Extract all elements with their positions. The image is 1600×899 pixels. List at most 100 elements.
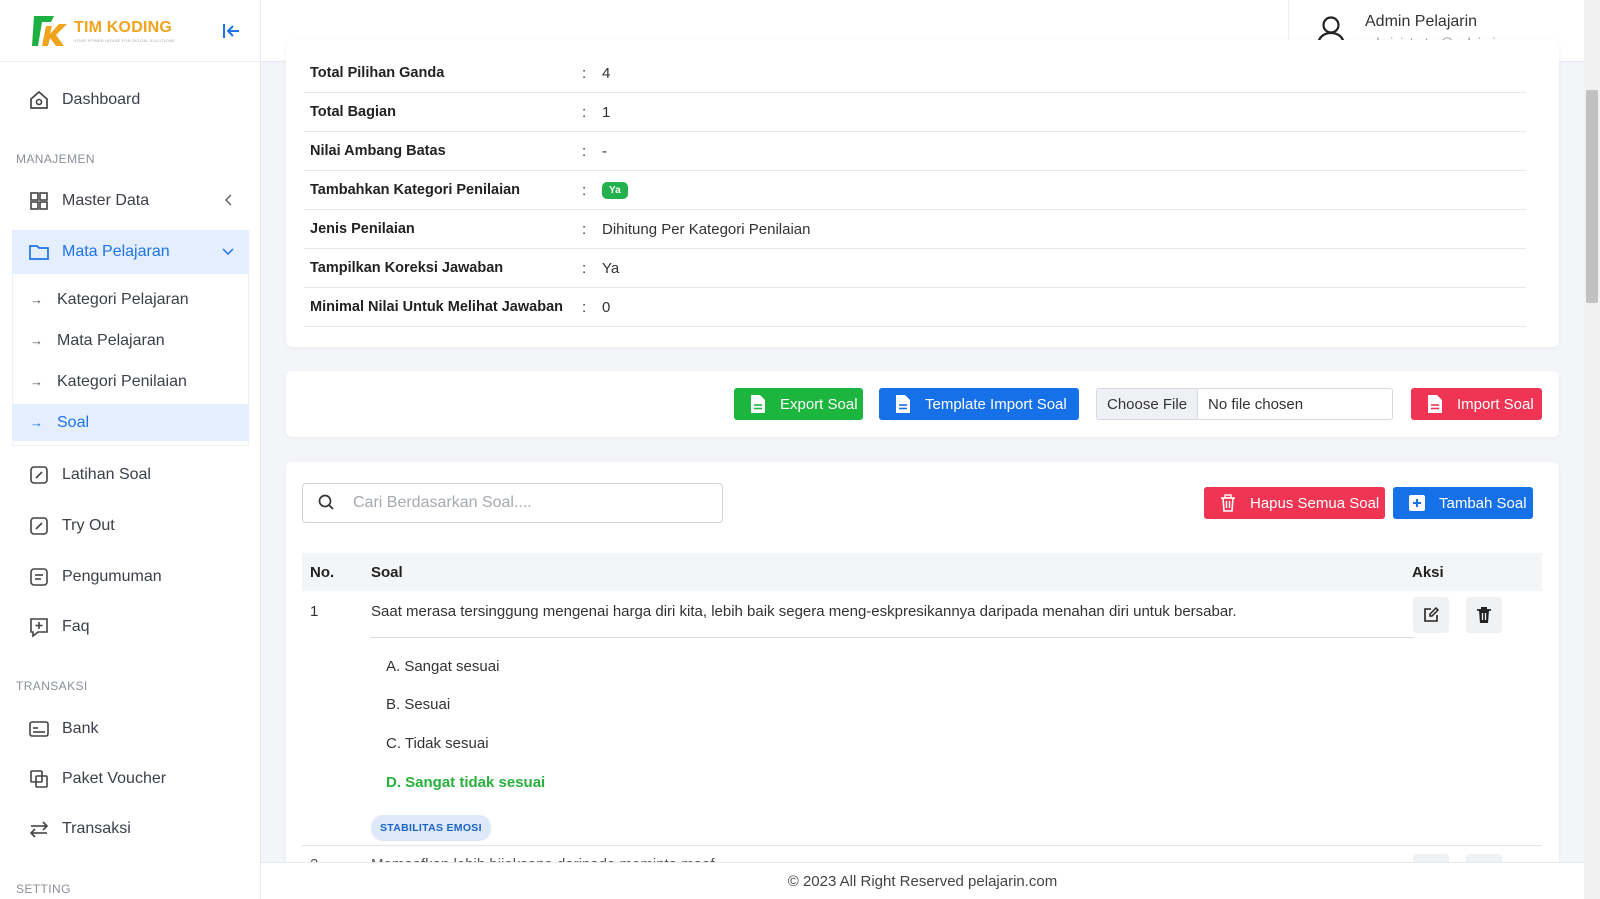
button-label: Tambah Soal [1439,494,1527,512]
sidebar-item-label: Mata Pelajaran [62,243,170,260]
trash-icon [1218,493,1238,513]
section-label-transaksi: TRANSAKSI [16,679,88,693]
column-header-no: No. [310,563,335,581]
info-value: 4 [602,64,611,82]
info-label: Tampilkan Koreksi Jawaban [310,260,504,276]
section-label-setting: SETTING [16,882,71,896]
correct-answer-option: D. Sangat tidak sesuai [386,774,546,791]
bank-card-icon [28,718,50,740]
announcement-icon [28,566,50,588]
sidebar-item-latihan-soal[interactable]: Latihan Soal [12,453,249,497]
collapse-sidebar-icon[interactable] [220,20,242,42]
sidebar: TIM KODING YOUR POWER HOUSE FOR DIGITAL … [0,0,261,899]
submenu-item-label: Mata Pelajaran [57,331,165,349]
info-value: Dihitung Per Kategori Penilaian [602,220,811,238]
sidebar-item-master-data[interactable]: Master Data [12,179,249,223]
sidebar-item-dashboard[interactable]: Dashboard [12,78,249,122]
search-input[interactable] [353,494,693,512]
answer-option: C. Tidak sesuai [386,735,489,752]
button-label: Export Soal [780,395,858,413]
info-row: Nilai Ambang Batas : - [304,132,1526,171]
info-separator: : [582,103,587,121]
answer-option: A. Sangat sesuai [386,658,500,675]
info-separator: : [582,64,587,82]
transfer-arrows-icon [28,818,50,840]
file-icon [893,394,913,414]
import-soal-button[interactable]: Import Soal [1411,388,1542,420]
add-question-button[interactable]: Tambah Soal [1393,487,1533,519]
info-label: Minimal Nilai Untuk Melihat Jawaban [310,299,563,315]
grid-icon [28,190,50,212]
choose-file-button[interactable]: Choose File [1097,389,1199,419]
export-soal-button[interactable]: Export Soal [734,388,863,420]
sidebar-item-label: Faq [62,618,90,635]
file-icon [1425,394,1445,414]
file-input[interactable]: Choose File No file chosen [1096,388,1393,420]
arrow-right-icon: → [30,415,43,430]
button-label: Template Import Soal [925,395,1067,413]
status-badge: Ya [602,181,628,199]
info-separator: : [582,142,587,160]
footer: © 2023 All Right Reserved pelajarin.com [261,862,1584,899]
info-separator: : [582,298,587,316]
chevron-left-icon [223,193,235,212]
submenu-item-soal[interactable]: → Soal [12,404,249,441]
column-header-soal: Soal [371,563,403,581]
sidebar-item-paket-voucher[interactable]: Paket Voucher [12,757,249,801]
edit-square-icon [28,515,50,537]
button-label: Hapus Semua Soal [1250,494,1380,512]
edit-square-icon [28,464,50,486]
submenu-item-label: Kategori Pelajaran [57,290,189,308]
sidebar-item-mata-pelajaran[interactable]: Mata Pelajaran [12,230,249,274]
edit-question-button[interactable] [1413,597,1449,633]
scrollbar-thumb[interactable] [1586,90,1598,303]
submenu-item-mata-pelajaran[interactable]: → Mata Pelajaran [12,322,249,359]
table-header: No. Soal Aksi [302,553,1542,591]
folder-icon [28,241,50,263]
info-row: Total Pilihan Ganda : 4 [304,54,1526,93]
faq-icon [28,616,50,638]
sidebar-item-label: Latihan Soal [62,466,151,483]
info-row: Jenis Penilaian : Dihitung Per Kategori … [304,210,1526,249]
chevron-down-icon [221,244,235,262]
sidebar-item-label: Bank [62,720,99,737]
info-row: Tambahkan Kategori Penilaian : Ya [304,171,1526,210]
template-import-soal-button[interactable]: Template Import Soal [879,388,1079,420]
brand: TIM KODING YOUR POWER HOUSE FOR DIGITAL … [0,0,260,62]
info-label: Jenis Penilaian [310,221,415,237]
sidebar-item-transaksi[interactable]: Transaksi [12,807,249,851]
submenu-item-kategori-pelajaran[interactable]: → Kategori Pelajaran [12,281,249,318]
import-export-card: Export Soal Template Import Soal Choose … [286,371,1559,437]
sidebar-item-pengumuman[interactable]: Pengumuman [12,555,249,599]
submenu-item-label: Kategori Penilaian [57,372,187,390]
info-separator: : [582,259,587,277]
sidebar-item-faq[interactable]: Faq [12,605,249,649]
info-row: Minimal Nilai Untuk Melihat Jawaban : 0 [304,288,1526,327]
sidebar-item-label: Try Out [62,517,115,534]
sidebar-item-label: Master Data [62,192,150,209]
info-row: Tampilkan Koreksi Jawaban : Ya [304,249,1526,288]
delete-question-button[interactable] [1466,597,1502,633]
info-label: Tambahkan Kategori Penilaian [310,182,521,198]
voucher-icon [28,768,50,790]
column-header-aksi: Aksi [1412,563,1444,581]
plus-square-icon [1407,493,1427,513]
home-icon [28,89,50,111]
info-separator: : [582,181,587,199]
arrow-right-icon: → [30,333,43,348]
sidebar-item-bank[interactable]: Bank [12,707,249,751]
brand-title: TIM KODING [74,18,172,36]
row-divider [302,845,1542,846]
sidebar-item-try-out[interactable]: Try Out [12,504,249,548]
arrow-right-icon: → [30,374,43,389]
info-separator: : [582,220,587,238]
info-label: Total Bagian [310,104,396,120]
question-number: 1 [310,603,319,620]
delete-all-questions-button[interactable]: Hapus Semua Soal [1204,487,1385,519]
edit-icon [1424,606,1440,622]
submenu-item-kategori-penilaian[interactable]: → Kategori Penilaian [12,363,249,400]
exam-info-card: Total Pilihan Ganda : 4 Total Bagian : 1… [286,40,1559,347]
info-row: Total Bagian : 1 [304,93,1526,132]
info-label: Total Pilihan Ganda [310,65,445,81]
copyright-text: © 2023 All Right Reserved pelajarin.com [787,872,1058,890]
